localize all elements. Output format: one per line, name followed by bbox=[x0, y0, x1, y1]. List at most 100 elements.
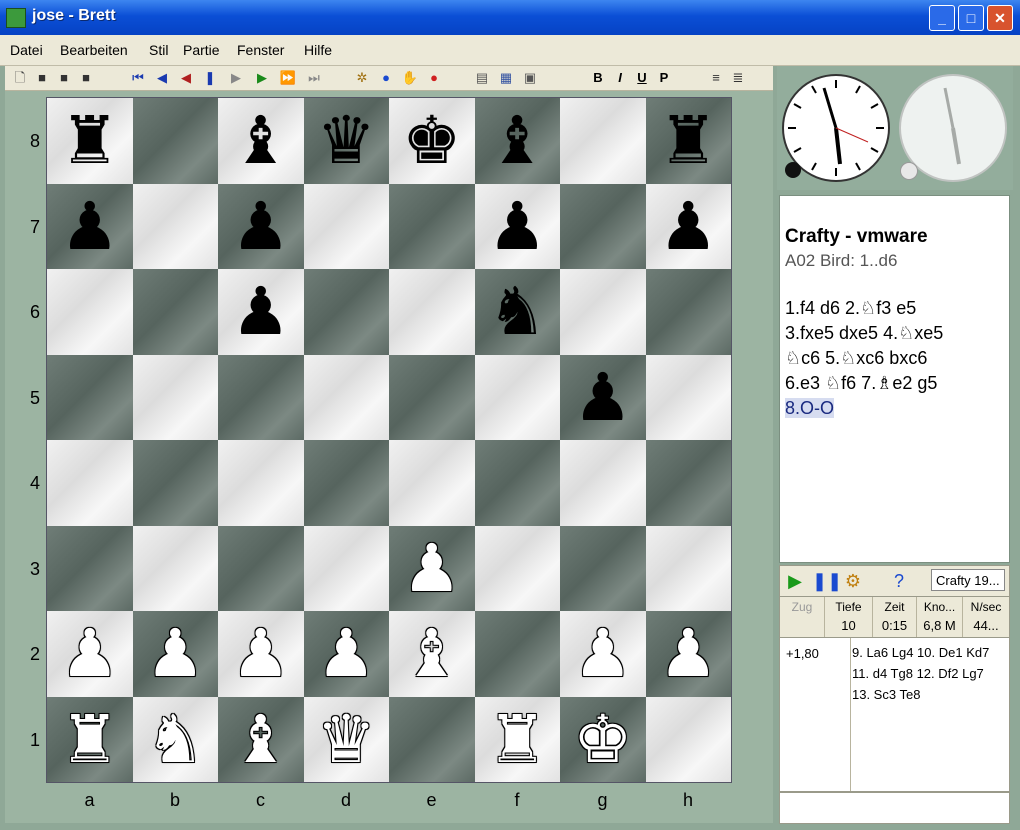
white-knight-icon[interactable]: ♞ bbox=[133, 697, 219, 783]
black-queen-icon[interactable]: ♛ bbox=[304, 98, 390, 184]
square-f3[interactable] bbox=[474, 525, 560, 611]
white-pawn-icon[interactable]: ♟ bbox=[389, 526, 475, 612]
forward-icon[interactable]: ▶ bbox=[227, 69, 245, 87]
square-g4[interactable] bbox=[560, 440, 646, 526]
black-bishop-icon[interactable]: ♝ bbox=[475, 98, 561, 184]
white-pawn-icon[interactable]: ♟ bbox=[646, 611, 732, 697]
square-c4[interactable] bbox=[218, 440, 304, 526]
square-g6[interactable] bbox=[560, 269, 646, 355]
black-rook-icon[interactable]: ♜ bbox=[47, 98, 133, 184]
menu-hilfe[interactable]: Hilfe bbox=[304, 42, 332, 58]
menu-stil[interactable]: Stil bbox=[149, 42, 168, 58]
play-icon[interactable]: ▶ bbox=[253, 69, 271, 87]
notation-panel[interactable]: Crafty - vmware A02 Bird: 1..d6 1.f4 d6 … bbox=[779, 195, 1010, 563]
black-bishop-icon[interactable]: ♝ bbox=[218, 98, 304, 184]
analysis-panel[interactable]: +1,80 9. La6 Lg4 10. De1 Kd7 11. d4 Tg8 … bbox=[779, 637, 1010, 792]
open-icon[interactable]: ■ bbox=[33, 69, 51, 87]
square-h5[interactable] bbox=[645, 354, 731, 440]
new-document-icon[interactable]: 🗋 bbox=[11, 69, 29, 87]
square-h3[interactable] bbox=[645, 525, 731, 611]
calendar-icon[interactable]: ▦ bbox=[497, 69, 515, 87]
square-d6[interactable] bbox=[303, 269, 389, 355]
bold-icon[interactable]: B bbox=[589, 69, 607, 87]
black-knight-icon[interactable]: ♞ bbox=[475, 269, 561, 355]
square-a4[interactable] bbox=[47, 440, 133, 526]
square-f5[interactable] bbox=[474, 354, 560, 440]
close-button[interactable]: ✕ bbox=[987, 5, 1013, 31]
black-pawn-icon[interactable]: ♟ bbox=[218, 184, 304, 270]
menu-fenster[interactable]: Fenster bbox=[237, 42, 284, 58]
minimize-button[interactable]: _ bbox=[929, 5, 955, 31]
move-line[interactable]: ♘c6 5.♘xc6 bxc6 bbox=[785, 346, 1003, 371]
white-bishop-icon[interactable]: ♝ bbox=[218, 697, 304, 783]
hand-icon[interactable]: ✋ bbox=[401, 69, 419, 87]
square-e5[interactable] bbox=[389, 354, 475, 440]
square-e1[interactable] bbox=[389, 696, 475, 782]
black-rook-icon[interactable]: ♜ bbox=[646, 98, 732, 184]
square-g7[interactable] bbox=[560, 183, 646, 269]
align-justify-icon[interactable]: ≣ bbox=[729, 69, 747, 87]
square-c3[interactable] bbox=[218, 525, 304, 611]
stop-icon[interactable]: ● bbox=[425, 69, 443, 87]
black-pawn-icon[interactable]: ♟ bbox=[218, 269, 304, 355]
white-pawn-icon[interactable]: ♟ bbox=[47, 611, 133, 697]
black-pawn-icon[interactable]: ♟ bbox=[560, 355, 646, 441]
title-bar[interactable]: jose - Brett _ □ ✕ bbox=[0, 0, 1020, 35]
globe-icon[interactable]: ● bbox=[377, 69, 395, 87]
engine-icon[interactable]: ✲ bbox=[353, 69, 371, 87]
black-pawn-icon[interactable]: ♟ bbox=[646, 184, 732, 270]
align-left-icon[interactable]: ≡ bbox=[707, 69, 725, 87]
black-pawn-icon[interactable]: ♟ bbox=[47, 184, 133, 270]
square-e4[interactable] bbox=[389, 440, 475, 526]
last-move-icon[interactable]: ⏭ bbox=[305, 69, 323, 87]
square-a6[interactable] bbox=[47, 269, 133, 355]
square-g8[interactable] bbox=[560, 98, 646, 184]
square-d3[interactable] bbox=[303, 525, 389, 611]
current-move[interactable]: 8.O-O bbox=[785, 398, 835, 418]
white-pawn-icon[interactable]: ♟ bbox=[218, 611, 304, 697]
black-pawn-icon[interactable]: ♟ bbox=[475, 184, 561, 270]
notation-icon[interactable]: ▤ bbox=[473, 69, 491, 87]
square-h1[interactable] bbox=[645, 696, 731, 782]
square-b7[interactable] bbox=[132, 183, 218, 269]
menu-bearbeiten[interactable]: Bearbeiten bbox=[60, 42, 128, 58]
square-f4[interactable] bbox=[474, 440, 560, 526]
italic-icon[interactable]: I bbox=[611, 69, 629, 87]
maximize-button[interactable]: □ bbox=[958, 5, 984, 31]
square-b5[interactable] bbox=[132, 354, 218, 440]
engine-pause-icon[interactable]: ❚❚ bbox=[812, 570, 842, 592]
back-red-icon[interactable]: ◀ bbox=[177, 69, 195, 87]
menu-datei[interactable]: Datei bbox=[10, 42, 43, 58]
fast-forward-icon[interactable]: ⏩ bbox=[279, 69, 297, 87]
white-rook-icon[interactable]: ♜ bbox=[475, 697, 561, 783]
square-d4[interactable] bbox=[303, 440, 389, 526]
chess-board[interactable]: ♜ ♝ ♛ ♚ ♝ ♜ ♟ ♟ ♟ ♟ ♟ ♞ ♟ ♟ ♟ ♟ ♟ ♟ ♝ ♟ ♟ ♜ ♞ ♝ ♛ ♜ ♚ bbox=[47, 98, 731, 782]
white-pawn-icon[interactable]: ♟ bbox=[560, 611, 646, 697]
square-a3[interactable] bbox=[47, 525, 133, 611]
move-list[interactable]: 1.f4 d6 2.♘f3 e5 3.fxe5 dxe5 4.♘xe5 ♘c6 … bbox=[785, 296, 1003, 421]
white-rook-icon[interactable]: ♜ bbox=[47, 697, 133, 783]
underline-icon[interactable]: U bbox=[633, 69, 651, 87]
square-d5[interactable] bbox=[303, 354, 389, 440]
settings-icon[interactable]: ▣ bbox=[521, 69, 539, 87]
square-b4[interactable] bbox=[132, 440, 218, 526]
engine-play-icon[interactable]: ▶ bbox=[784, 570, 806, 592]
white-pawn-icon[interactable]: ♟ bbox=[133, 611, 219, 697]
engine-name-select[interactable]: Crafty 19... bbox=[931, 569, 1005, 591]
move-line[interactable]: 3.fxe5 dxe5 4.♘xe5 bbox=[785, 321, 1003, 346]
square-e6[interactable] bbox=[389, 269, 475, 355]
square-b6[interactable] bbox=[132, 269, 218, 355]
square-d7[interactable] bbox=[303, 183, 389, 269]
white-bishop-icon[interactable]: ♝ bbox=[389, 611, 475, 697]
square-f2[interactable] bbox=[474, 611, 560, 697]
help-icon[interactable]: ? bbox=[888, 570, 910, 592]
save-icon[interactable]: ■ bbox=[55, 69, 73, 87]
square-h6[interactable] bbox=[645, 269, 731, 355]
move-line[interactable]: 6.e3 ♘f6 7.♗e2 g5 bbox=[785, 371, 1003, 396]
square-h4[interactable] bbox=[645, 440, 731, 526]
square-b8[interactable] bbox=[132, 98, 218, 184]
save-as-icon[interactable]: ■ bbox=[77, 69, 95, 87]
piece-letter-icon[interactable]: P bbox=[655, 69, 673, 87]
black-king-icon[interactable]: ♚ bbox=[389, 98, 475, 184]
square-b3[interactable] bbox=[132, 525, 218, 611]
